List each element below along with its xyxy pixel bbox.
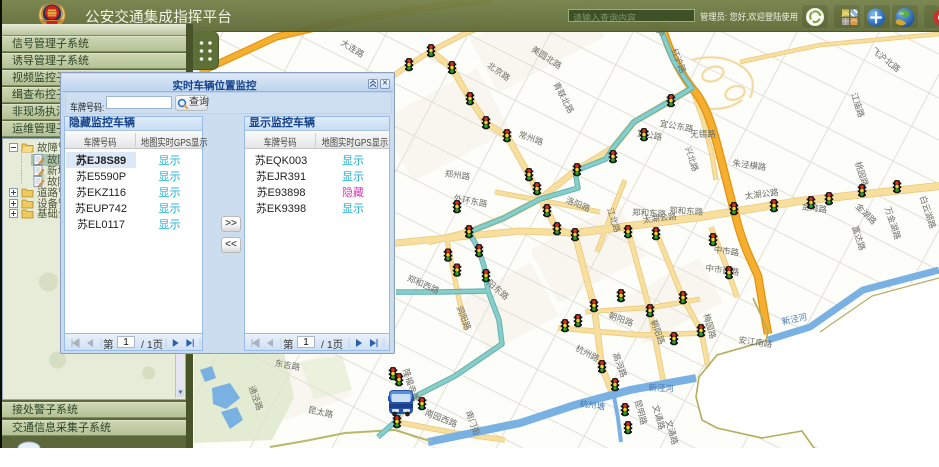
svg-text:新泾河: 新泾河 [648, 382, 674, 393]
svg-text:无锡路: 无锡路 [690, 129, 716, 139]
